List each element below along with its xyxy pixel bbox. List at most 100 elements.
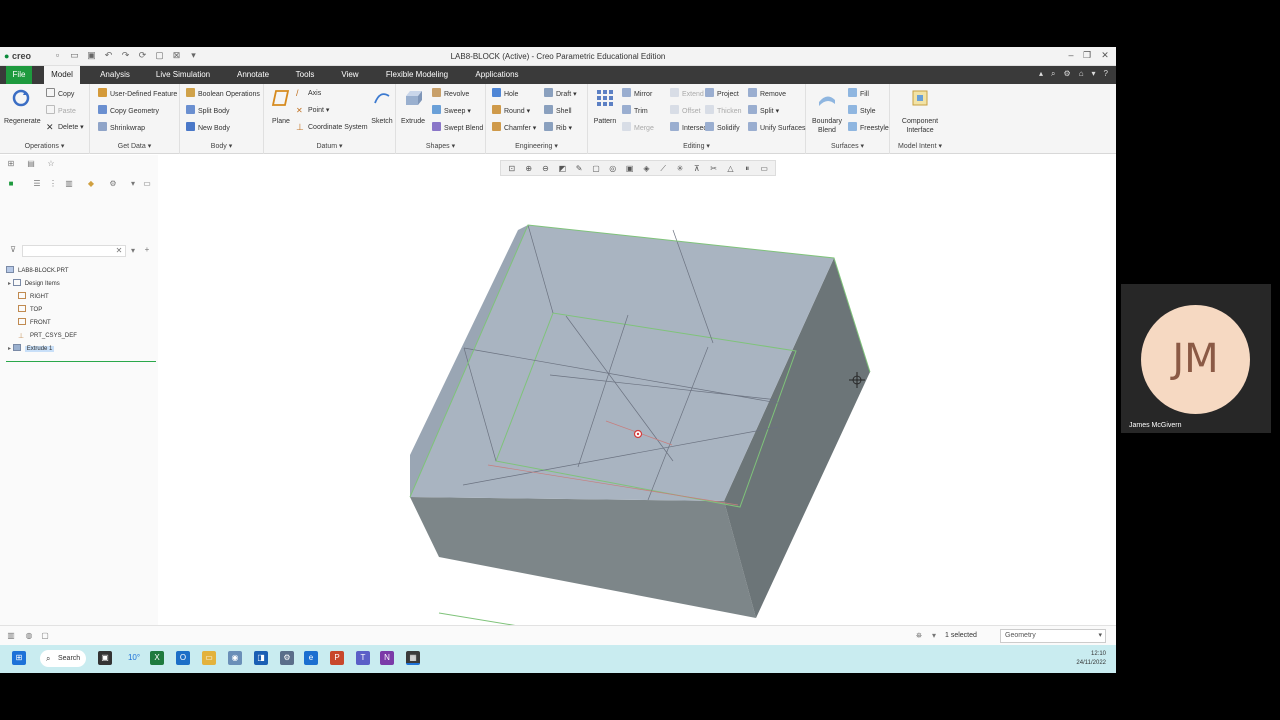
tree-item-front[interactable]: FRONT xyxy=(18,317,51,329)
shell-button[interactable]: Shell xyxy=(544,105,572,117)
point-button[interactable]: ✕ Point ▾ xyxy=(296,105,329,117)
minimize-icon[interactable]: – xyxy=(1064,50,1078,60)
collapse-ribbon-icon[interactable]: ▴ xyxy=(1039,69,1043,79)
rib-button[interactable]: Rib ▾ xyxy=(544,122,572,134)
tree-item-right[interactable]: RIGHT xyxy=(18,291,49,303)
store-icon[interactable]: ◨ xyxy=(254,651,268,665)
udf-button[interactable]: User-Defined Feature xyxy=(98,88,177,100)
solidify-button[interactable]: Solidify xyxy=(705,122,740,134)
close-icon[interactable]: ✕ xyxy=(1098,50,1112,61)
show-icon[interactable]: ◆ xyxy=(86,179,96,189)
fill-button[interactable]: Fill xyxy=(848,88,869,100)
teams-icon[interactable]: T xyxy=(356,651,370,665)
trim-button[interactable]: Trim xyxy=(622,105,648,117)
help-icon[interactable]: ⌂ xyxy=(1079,69,1084,79)
search-commands-icon[interactable]: ⌕ xyxy=(1051,69,1055,79)
full-screen-icon[interactable]: ▢ xyxy=(40,631,50,641)
style-button[interactable]: Style xyxy=(848,105,876,117)
folder-browser-tab-icon[interactable]: ▤ xyxy=(26,159,36,169)
appearance-icon[interactable]: △ xyxy=(725,163,737,174)
bottom-edge[interactable] xyxy=(438,612,756,625)
toolbar-more-icon[interactable]: ▭ xyxy=(758,163,770,174)
tree-item-extrude[interactable]: ▸ Extrude 1 xyxy=(8,343,55,355)
pattern-button[interactable]: Pattern xyxy=(588,88,622,126)
unify-surfaces-button[interactable]: Unify Surfaces xyxy=(748,122,806,134)
help-question-icon[interactable]: ? xyxy=(1104,69,1108,79)
body-group-label[interactable]: Body ▾ xyxy=(180,142,263,150)
zoom-in-icon[interactable]: ⊕ xyxy=(523,163,535,174)
tab-live-simulation[interactable]: Live Simulation xyxy=(148,66,218,84)
delete-button[interactable]: ✕ Delete ▾ xyxy=(46,122,84,134)
insert-here-indicator[interactable] xyxy=(6,361,156,362)
spin-center-icon[interactable]: ✳ xyxy=(674,163,686,174)
navigator-toggle-icon[interactable]: ▥ xyxy=(6,631,16,641)
project-button[interactable]: Project xyxy=(705,88,739,100)
coordinate-system-button[interactable]: ⊥ Coordinate System xyxy=(296,122,368,134)
search-dropdown-icon[interactable]: ▾ xyxy=(128,246,138,256)
merge-button[interactable]: Merge xyxy=(622,122,654,134)
selection-filter-select[interactable]: Geometry ▾ xyxy=(1000,629,1106,643)
tree-settings-icon[interactable]: ⚙ xyxy=(108,179,118,189)
favorites-tab-icon[interactable]: ☆ xyxy=(46,159,56,169)
clear-search-icon[interactable]: ✕ xyxy=(114,246,124,256)
expand-arrow-icon[interactable]: ▸ xyxy=(8,281,11,287)
shapes-group-label[interactable]: Shapes ▾ xyxy=(396,142,485,150)
offset-button[interactable]: Offset xyxy=(670,105,701,117)
model-intent-group-label[interactable]: Model Intent ▾ xyxy=(890,142,950,150)
copy-button[interactable]: Copy xyxy=(46,88,74,100)
round-button[interactable]: Round ▾ xyxy=(492,105,530,117)
swept-blend-button[interactable]: Swept Blend xyxy=(432,122,483,134)
windows-start-icon[interactable]: ⊞ xyxy=(12,651,26,665)
front-face[interactable] xyxy=(410,497,756,618)
section-icon[interactable]: ✂ xyxy=(708,163,720,174)
tree-columns-icon[interactable]: ⋮ xyxy=(48,179,58,189)
creo-taskbar-icon[interactable]: ▦ xyxy=(406,651,420,665)
zoom-out-icon[interactable]: ⊖ xyxy=(540,163,552,174)
browser-toggle-icon[interactable]: ◍ xyxy=(24,631,34,641)
sweep-button[interactable]: Sweep ▾ xyxy=(432,105,471,117)
editing-group-label[interactable]: Editing ▾ xyxy=(588,142,805,150)
annotation-display-icon[interactable]: ⊼ xyxy=(691,163,703,174)
remove-button[interactable]: Remove xyxy=(748,88,786,100)
split-button[interactable]: Split ▾ xyxy=(748,105,779,117)
tree-item-csys[interactable]: ⊥ PRT_CSYS_DEF xyxy=(18,330,77,342)
boolean-operations-button[interactable]: Boolean Operations xyxy=(186,88,260,100)
extrude-button[interactable]: Extrude xyxy=(397,88,429,126)
surfaces-group-label[interactable]: Surfaces ▾ xyxy=(806,142,889,150)
task-view-icon[interactable]: ▣ xyxy=(98,651,112,665)
boundary-blend-button[interactable]: Boundary Blend xyxy=(810,88,844,135)
csys-marker[interactable] xyxy=(633,429,643,439)
hole-button[interactable]: Hole xyxy=(492,88,518,100)
add-filter-icon[interactable]: + xyxy=(142,245,152,255)
display-style-icon[interactable]: ▢ xyxy=(590,163,602,174)
file-explorer-icon[interactable]: ▭ xyxy=(202,651,216,665)
tree-search-input[interactable] xyxy=(22,245,126,257)
tree-item-part[interactable]: LAB8-BLOCK.PRT xyxy=(6,265,69,277)
tree-view-icon[interactable]: ☰ xyxy=(32,179,42,189)
operations-group-label[interactable]: Operations ▾ xyxy=(0,142,89,150)
help-dropdown-icon[interactable]: ▾ xyxy=(1092,69,1096,79)
get-data-group-label[interactable]: Get Data ▾ xyxy=(90,142,179,150)
pause-icon[interactable]: ⏸ xyxy=(741,163,753,174)
3d-model-view[interactable] xyxy=(158,155,1116,625)
tree-item-top[interactable]: TOP xyxy=(18,304,42,316)
outlook-icon[interactable]: O xyxy=(176,651,190,665)
split-body-button[interactable]: Split Body xyxy=(186,105,230,117)
repaint-icon[interactable]: ◩ xyxy=(556,163,568,174)
extend-button[interactable]: Extend xyxy=(670,88,704,100)
selection-dropdown-icon[interactable]: ▾ xyxy=(929,631,939,641)
weather-icon[interactable]: 10° xyxy=(124,651,144,665)
saved-views-icon[interactable]: ◎ xyxy=(607,163,619,174)
powerpoint-icon[interactable]: P xyxy=(330,651,344,665)
plane-button[interactable]: Plane xyxy=(264,88,298,126)
datum-group-label[interactable]: Datum ▾ xyxy=(264,142,395,150)
freestyle-button[interactable]: Freestyle xyxy=(848,122,889,134)
expand-arrow-icon[interactable]: ▸ xyxy=(8,346,11,352)
tab-annotate[interactable]: Annotate xyxy=(230,66,276,84)
axis-button[interactable]: / Axis xyxy=(296,88,321,100)
tab-file[interactable]: File xyxy=(6,66,32,84)
onenote-icon[interactable]: N xyxy=(380,651,394,665)
view-manager-icon[interactable]: ▣ xyxy=(624,163,636,174)
paste-button[interactable]: Paste xyxy=(46,105,76,117)
tree-item-design-items[interactable]: ▸ Design Items xyxy=(8,278,60,290)
